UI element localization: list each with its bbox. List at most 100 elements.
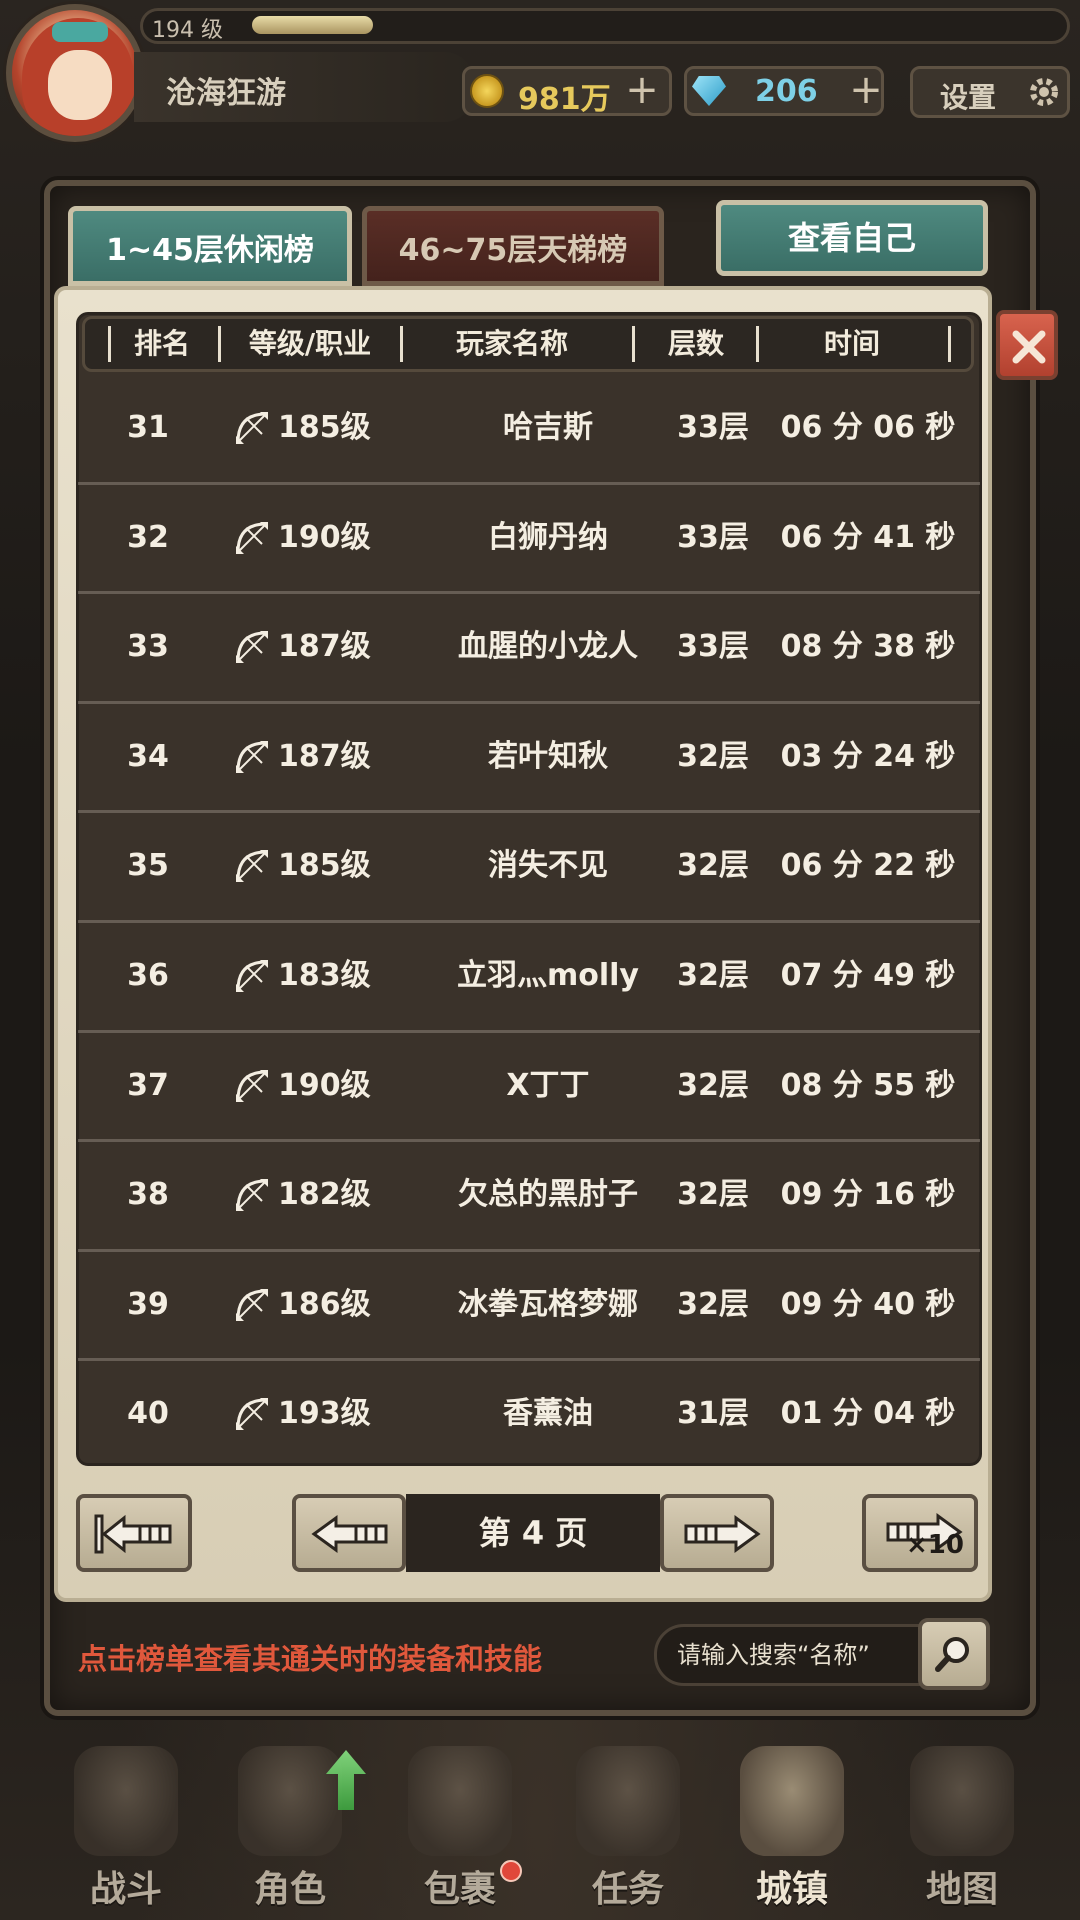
helmet-icon [238, 1746, 342, 1856]
time-cell: 09 分 16 秒 [780, 1177, 956, 1213]
gear-icon [1030, 78, 1058, 106]
view-self-button[interactable]: 查看自己 [716, 200, 988, 276]
table-row[interactable]: 39 186级 冰拳瓦格梦娜 32层 09 分 40 秒 [78, 1251, 980, 1359]
player-name-cell: 冰拳瓦格梦娜 [458, 1286, 638, 1322]
level-cell: 183级 [278, 958, 371, 993]
add-gold-button[interactable]: + [620, 70, 664, 114]
nav-label: 城镇 [755, 1869, 828, 1910]
search-input[interactable] [654, 1624, 924, 1686]
jump-multiplier-label: ×10 [906, 1530, 964, 1560]
rank-cell: 33 [127, 629, 169, 665]
nav-label: 角色 [253, 1869, 326, 1910]
add-gem-button[interactable]: + [844, 70, 888, 114]
floor-cell: 32层 [677, 738, 749, 774]
table-row[interactable]: 32 190级 白狮丹纳 33层 06 分 41 秒 [78, 484, 980, 592]
bow-icon [230, 374, 274, 482]
time-cell: 09 分 40 秒 [780, 1286, 956, 1322]
table-row[interactable]: 37 190级 X丁丁 32层 08 分 55 秒 [78, 1032, 980, 1140]
rank-cell: 35 [127, 848, 169, 884]
bow-icon [230, 1141, 274, 1249]
header-floor: 层数 [667, 327, 724, 360]
avatar[interactable] [6, 4, 144, 142]
table-row[interactable]: 40 193级 香薰油 31层 01 分 04 秒 [78, 1360, 980, 1468]
rank-cell: 40 [127, 1396, 169, 1432]
table-row[interactable]: 38 182级 欠总的黑肘子 32层 09 分 16 秒 [78, 1141, 980, 1249]
header-player-name: 玩家名称 [455, 327, 568, 360]
arrow-right-icon [684, 1515, 761, 1553]
rank-cell: 32 [127, 519, 169, 555]
player-name-cell: 血腥的小龙人 [458, 629, 638, 665]
player-name-cell: 立羽灬molly [457, 958, 639, 993]
table-row[interactable]: 34 187级 若叶知秋 32层 03 分 24 秒 [78, 703, 980, 811]
table-row[interactable]: 31 185级 哈吉斯 33层 06 分 06 秒 [78, 374, 980, 482]
nav-map[interactable]: 地图 [882, 1730, 1042, 1920]
arrow-first-icon [94, 1514, 172, 1554]
tab-ladder-ranking[interactable]: 46~75层天梯榜 [362, 206, 664, 286]
table-row[interactable]: 35 185级 消失不见 32层 06 分 22 秒 [78, 812, 980, 920]
rank-cell: 36 [127, 958, 169, 993]
level-cell: 190级 [278, 1067, 371, 1103]
level-cell: 190级 [278, 519, 371, 555]
tab-casual-ranking[interactable]: 1~45层休闲榜 [68, 206, 352, 286]
hint-text: 点击榜单查看其通关时的装备和技能 [78, 1642, 543, 1676]
floor-cell: 32层 [677, 958, 749, 993]
nav-quests[interactable]: 任务 [548, 1730, 708, 1920]
first-page-button[interactable] [76, 1494, 192, 1572]
level-cell: 187级 [278, 738, 371, 774]
rank-cell: 37 [127, 1067, 169, 1103]
player-name-cell: 消失不见 [488, 848, 608, 884]
level-cell: 186级 [278, 1286, 371, 1322]
time-cell: 08 分 38 秒 [780, 629, 956, 665]
header-divider [756, 326, 759, 362]
castle-tower-icon [740, 1746, 844, 1856]
table-row[interactable]: 33 187级 血腥的小龙人 33层 08 分 38 秒 [78, 593, 980, 701]
coin-icon [470, 74, 504, 108]
settings-label: 设置 [940, 81, 997, 114]
floor-cell: 32层 [677, 1286, 749, 1322]
player-name-cell: 若叶知秋 [488, 738, 608, 774]
avatar-face [48, 50, 112, 120]
rank-cell: 39 [127, 1286, 169, 1322]
floor-cell: 32层 [677, 1177, 749, 1213]
time-cell: 03 分 24 秒 [780, 738, 956, 774]
time-cell: 08 分 55 秒 [780, 1067, 956, 1103]
level-cell: 182级 [278, 1177, 371, 1213]
level-cell: 187级 [278, 629, 371, 665]
floor-cell: 33层 [677, 629, 749, 665]
time-cell: 01 分 04 秒 [780, 1396, 956, 1432]
nav-town[interactable]: 城镇 [712, 1730, 872, 1920]
next-page-button[interactable] [660, 1494, 774, 1572]
player-name-cell: X丁丁 [506, 1067, 590, 1103]
bow-icon [230, 812, 274, 920]
bow-icon [230, 703, 274, 811]
search-button[interactable] [918, 1618, 990, 1690]
notification-dot [500, 1860, 522, 1882]
page-indicator: 第 4 页 [406, 1494, 660, 1572]
rank-cell: 34 [127, 738, 169, 774]
nav-battle[interactable]: 战斗 [46, 1730, 206, 1920]
close-icon [1012, 330, 1046, 364]
backpack-icon [408, 1746, 512, 1856]
avatar-headband [52, 22, 108, 42]
xp-bar [252, 16, 373, 34]
header-divider [948, 326, 951, 362]
gold-amount: 981万 [518, 82, 611, 117]
scroll-icon [576, 1746, 680, 1856]
bow-icon [230, 922, 274, 1030]
nav-label: 任务 [591, 1869, 664, 1910]
top-bar: 194 级 沧海狂游 981万 + 206 + 设置 [0, 0, 1080, 150]
nav-inventory[interactable]: 包裹 [380, 1730, 540, 1920]
player-name-cell: 白狮丹纳 [488, 519, 608, 555]
table-row[interactable]: 36 183级 立羽灬molly 32层 07 分 49 秒 [78, 922, 980, 1030]
nav-label: 战斗 [89, 1869, 162, 1910]
gem-amount: 206 [755, 74, 818, 109]
player-name: 沧海狂游 [166, 76, 286, 111]
close-button[interactable] [996, 310, 1058, 380]
player-name-cell: 哈吉斯 [503, 410, 593, 445]
floor-cell: 33层 [677, 410, 749, 445]
header-time: 时间 [823, 327, 880, 360]
header-divider [400, 326, 403, 362]
bow-icon [230, 1360, 274, 1468]
prev-page-button[interactable] [292, 1494, 406, 1572]
rank-cell: 31 [127, 410, 169, 445]
